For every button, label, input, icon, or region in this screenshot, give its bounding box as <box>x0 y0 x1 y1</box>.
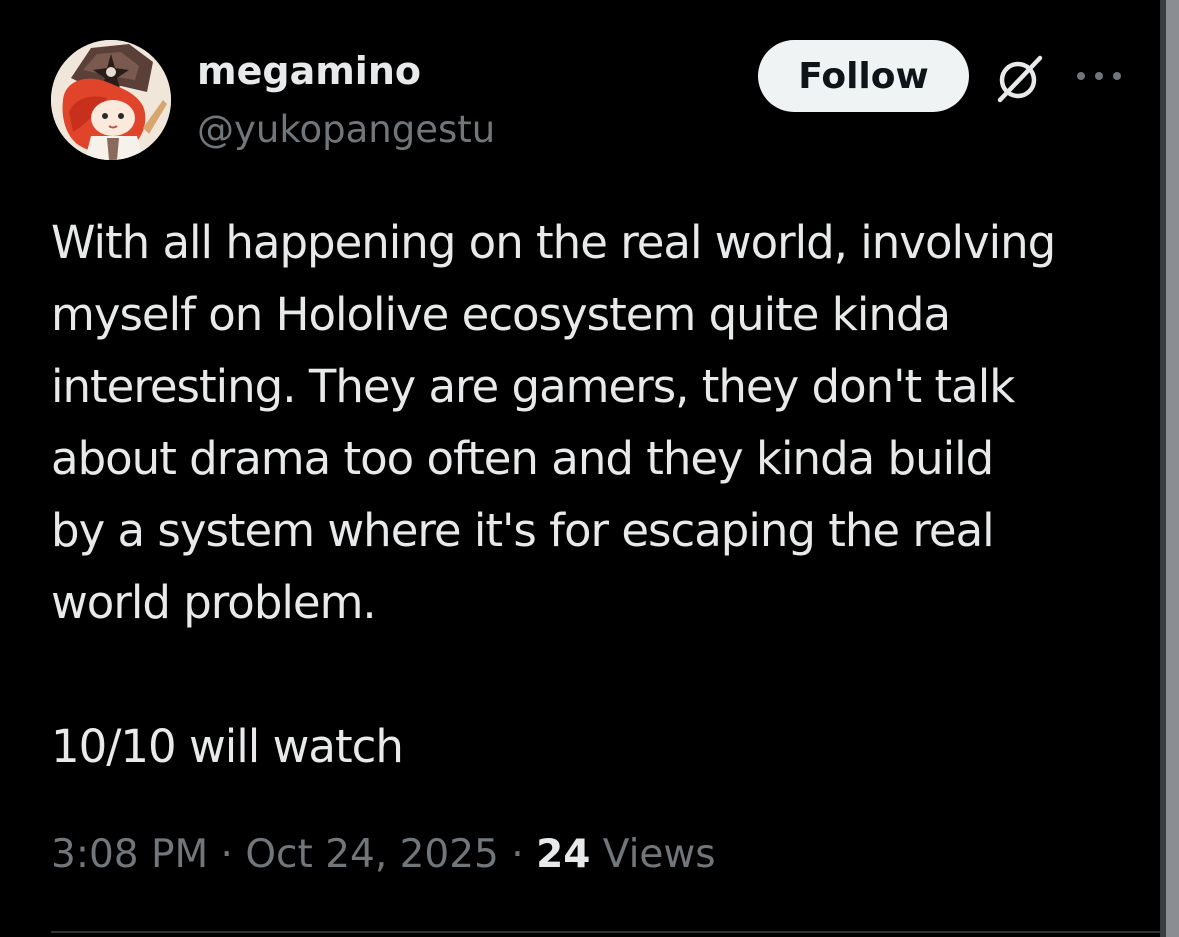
post: megamino @yukopangestu Follow With all h… <box>0 0 1160 937</box>
grok-icon[interactable] <box>992 50 1048 106</box>
post-text: With all happening on the real world, in… <box>51 216 1056 773</box>
post-date[interactable]: Oct 24, 2025 <box>245 832 499 877</box>
avatar[interactable] <box>51 40 171 160</box>
author-display-name[interactable]: megamino <box>197 48 421 94</box>
author-handle[interactable]: @yukopangestu <box>197 108 495 152</box>
meta-separator: · <box>208 832 246 877</box>
post-time[interactable]: 3:08 PM <box>51 832 208 877</box>
avatar-image <box>51 40 171 160</box>
divider <box>51 931 1160 933</box>
more-dots-icon[interactable] <box>1074 66 1124 86</box>
views-count: 24 <box>536 832 591 877</box>
scrollbar-track <box>1160 0 1166 937</box>
meta-separator: · <box>498 832 537 877</box>
views-label: Views <box>602 832 716 877</box>
follow-button[interactable]: Follow <box>758 40 969 112</box>
post-meta: 3:08 PM · Oct 24, 2025 · 24 Views <box>51 830 716 880</box>
